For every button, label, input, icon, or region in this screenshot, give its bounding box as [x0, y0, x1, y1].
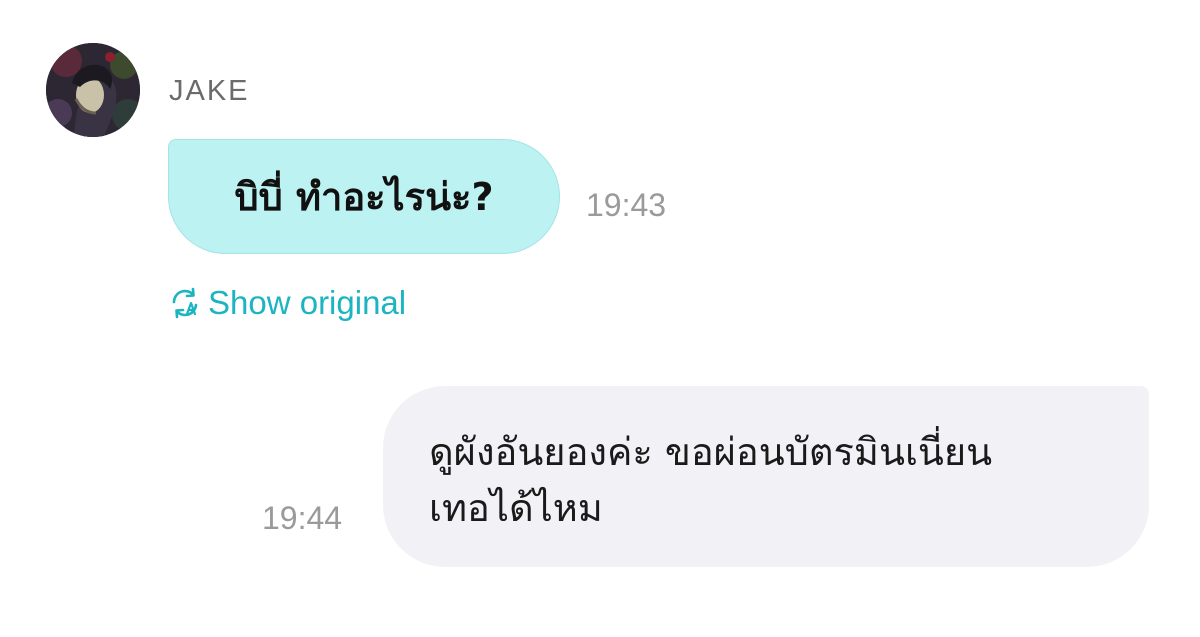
incoming-message-time: 19:43: [586, 187, 667, 223]
incoming-message-text: บิบี่ ทำอะไรน่ะ?: [234, 175, 494, 219]
avatar-photo-icon: [46, 43, 140, 137]
outgoing-message-time: 19:44: [262, 500, 343, 536]
show-original-button[interactable]: Show original: [168, 283, 406, 323]
outgoing-message-line: เทอได้ไหม: [429, 486, 603, 530]
show-original-label: Show original: [208, 284, 407, 321]
outgoing-message-line: ดูผังอันยองค่ะ ขอผ่อนบัตรมินเนี่ยน: [429, 430, 993, 474]
outgoing-message-bubble[interactable]: ดูผังอันยองค่ะ ขอผ่อนบัตรมินเนี่ยน เทอได…: [383, 386, 1149, 567]
incoming-message-bubble[interactable]: บิบี่ ทำอะไรน่ะ?: [168, 139, 560, 254]
sender-name: JAKE: [169, 75, 250, 107]
translate-icon: [172, 287, 198, 319]
sender-avatar[interactable]: [46, 43, 140, 137]
